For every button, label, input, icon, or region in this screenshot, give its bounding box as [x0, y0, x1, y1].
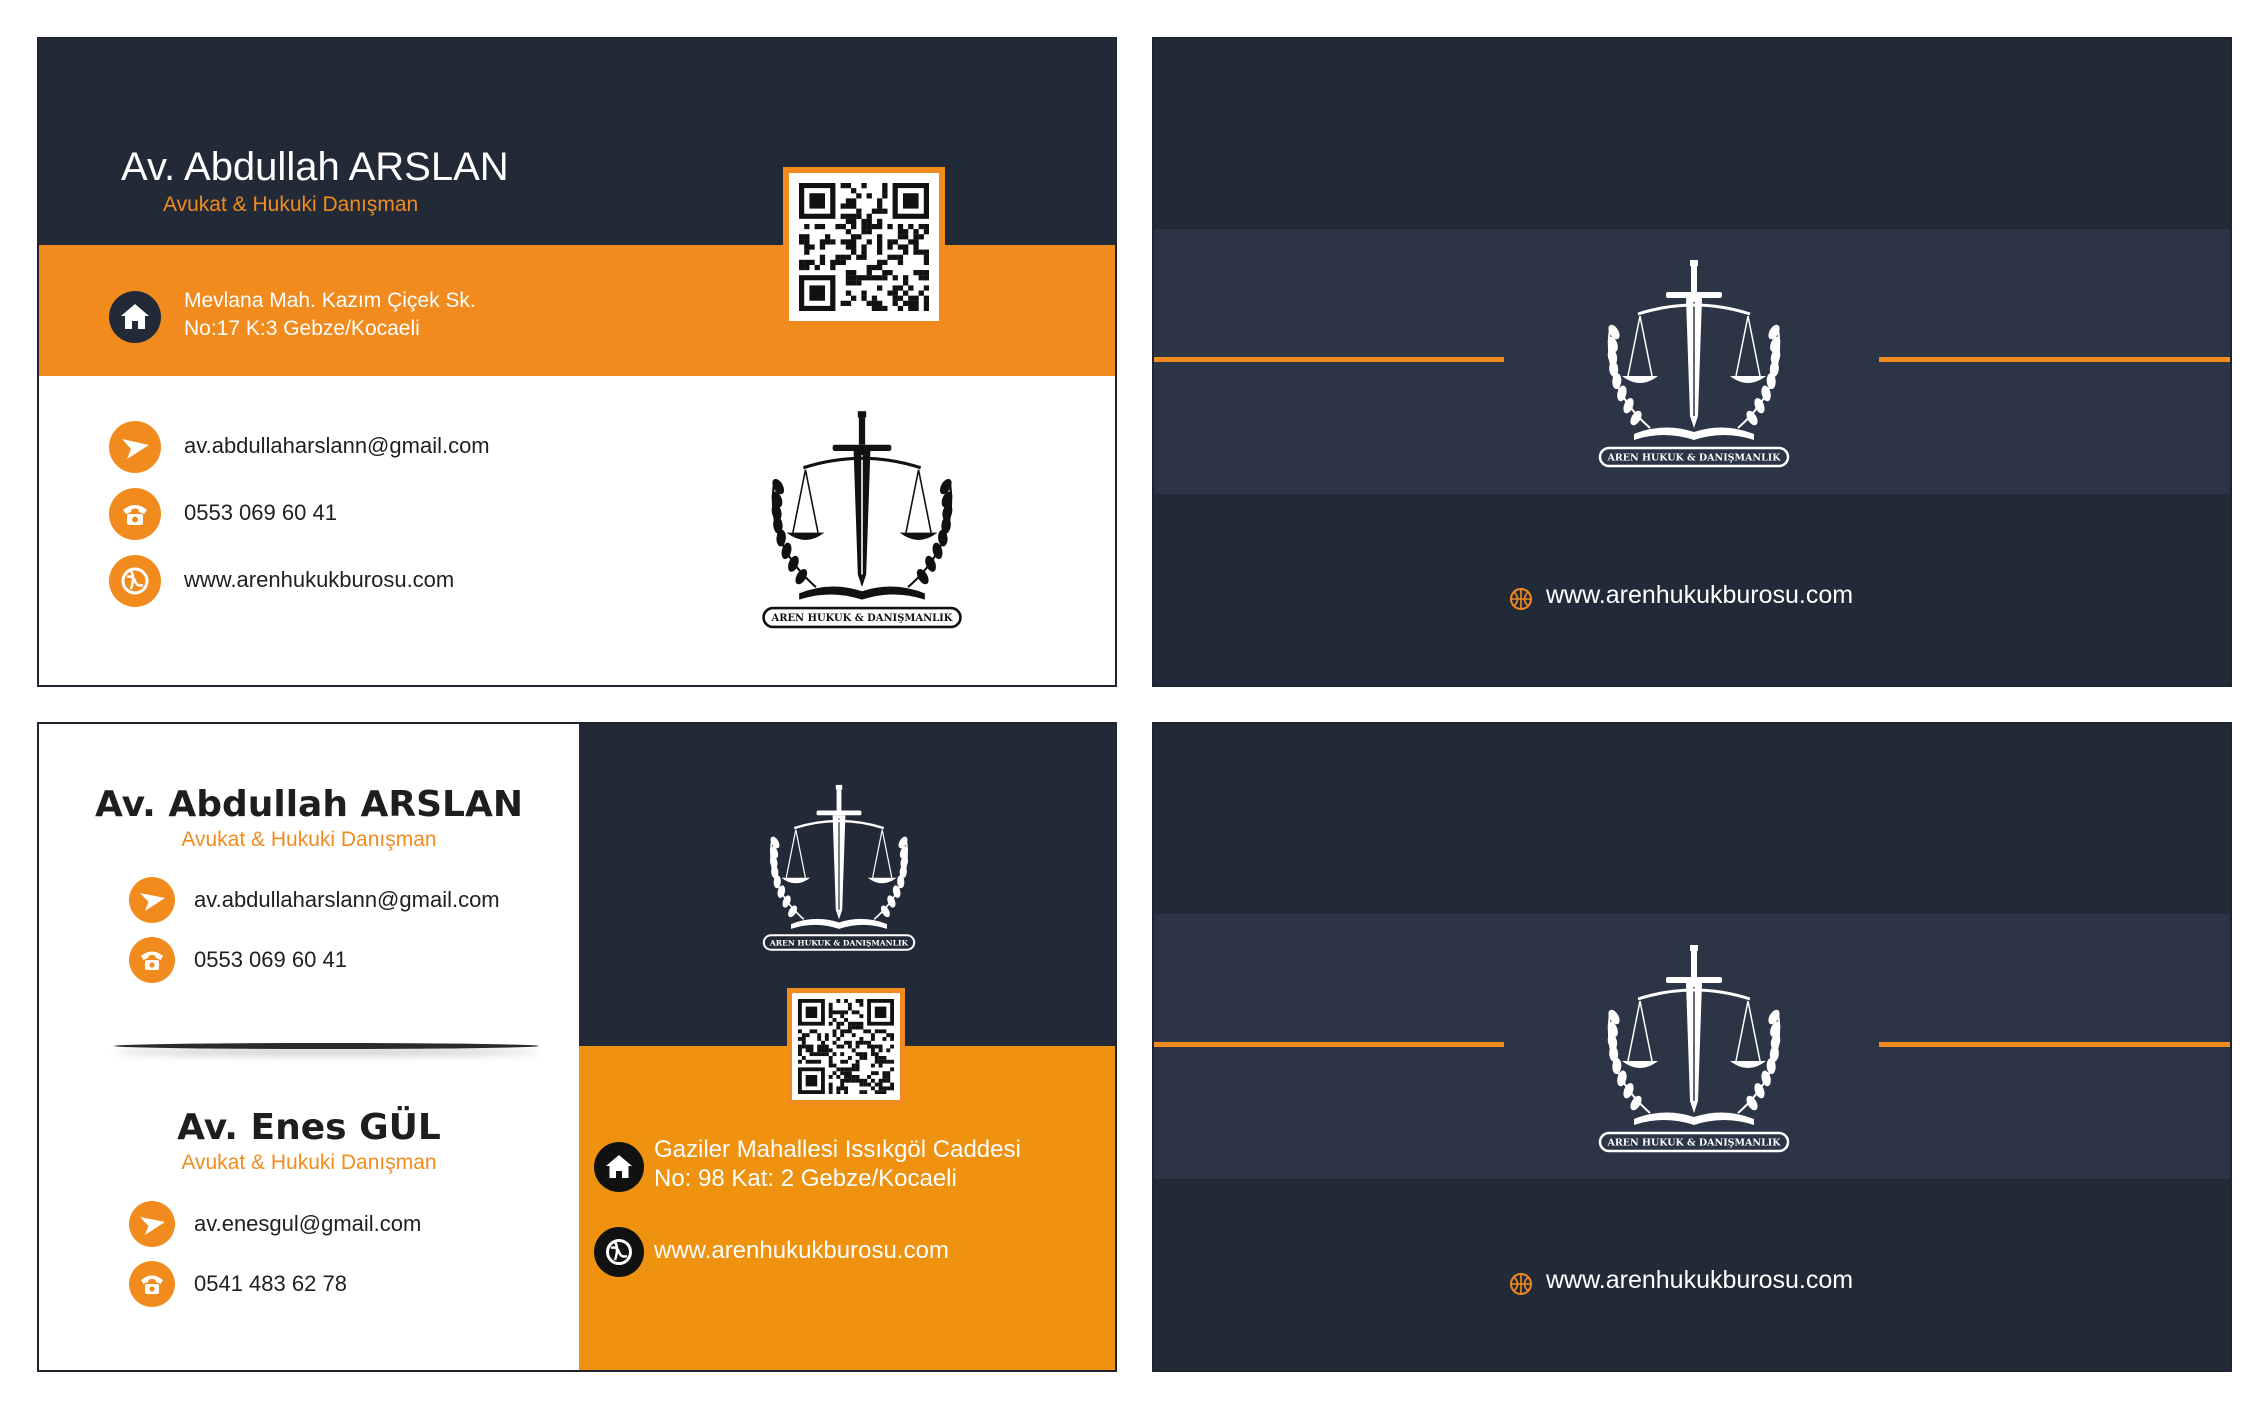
- website-text: www.arenhukukburosu.com: [1546, 1266, 1854, 1294]
- globe-icon: [109, 555, 161, 607]
- lawyer-title-1: Avukat & Hukuki Danışman: [181, 828, 437, 851]
- basketball-icon: [1509, 587, 1533, 611]
- website-text: www.arenhukukburosu.com: [184, 567, 455, 592]
- justice-logo: AREN HUKUK & DANIŞMANLIK: [757, 407, 967, 629]
- phone-text: 0553 069 60 41: [184, 500, 337, 525]
- phone-icon: [129, 1261, 175, 1307]
- phone-text-2: 0541 483 62 78: [194, 1271, 347, 1296]
- phone-text-1: 0553 069 60 41: [194, 947, 347, 972]
- business-card-front-1: Av. Abdullah ARSLAN Avukat & Hukuki Danı…: [37, 37, 1117, 687]
- globe-icon: [594, 1227, 644, 1277]
- business-card-back-2: AREN HUKUK & DANIŞMANLIK www.arenhukukbu…: [1152, 722, 2232, 1372]
- accent-line-right: [1879, 357, 2230, 362]
- qr-code: [787, 988, 905, 1105]
- home-icon: [594, 1142, 644, 1192]
- business-card-front-2: Av. Abdullah ARSLAN Avukat & Hukuki Danı…: [37, 722, 1117, 1372]
- lawyer-title-2: Avukat & Hukuki Danışman: [181, 1151, 437, 1174]
- justice-logo: AREN HUKUK & DANIŞMANLIK: [1594, 254, 1794, 470]
- svg-text:AREN HUKUK & DANIŞMANLIK: AREN HUKUK & DANIŞMANLIK: [1607, 1138, 1782, 1149]
- email-text-1: av.abdullaharslann@gmail.com: [194, 887, 500, 912]
- accent-line-left: [1154, 1042, 1504, 1047]
- svg-text:AREN HUKUK & DANIŞMANLIK: AREN HUKUK & DANIŞMANLIK: [1607, 453, 1782, 464]
- address-line-1: Gaziler Mahallesi Issıkgöl Caddesi: [654, 1136, 1021, 1163]
- website-text: www.arenhukukburosu.com: [1546, 581, 1854, 609]
- email-text: av.abdullaharslann@gmail.com: [184, 433, 490, 458]
- svg-text:AREN HUKUK & DANIŞMANLIK: AREN HUKUK & DANIŞMANLIK: [769, 938, 909, 947]
- svg-text:AREN HUKUK & DANIŞMANLIK: AREN HUKUK & DANIŞMANLIK: [771, 613, 953, 624]
- address-line-2: No:17 K:3 Gebze/Kocaeli: [184, 317, 420, 340]
- justice-logo: AREN HUKUK & DANIŞMANLIK: [1594, 939, 1794, 1155]
- accent-line-right: [1879, 1042, 2230, 1047]
- phone-icon: [129, 937, 175, 983]
- send-icon: [129, 877, 175, 923]
- email-text-2: av.enesgul@gmail.com: [194, 1211, 422, 1236]
- justice-logo: AREN HUKUK & DANIŞMANLIK: [759, 779, 919, 954]
- qr-code: [783, 167, 945, 327]
- divider: [114, 1043, 539, 1049]
- basketball-icon: [1509, 1272, 1533, 1296]
- send-icon: [129, 1201, 175, 1247]
- lawyer-name: Av. Abdullah ARSLAN: [121, 145, 509, 189]
- lawyer-title: Avukat & Hukuki Danışman: [163, 193, 419, 216]
- accent-line-left: [1154, 357, 1504, 362]
- business-card-back-1: AREN HUKUK & DANIŞMANLIK www.arenhukukbu…: [1152, 37, 2232, 687]
- send-icon: [109, 421, 161, 473]
- address-line-1: Mevlana Mah. Kazım Çiçek Sk.: [184, 289, 476, 312]
- phone-icon: [109, 488, 161, 540]
- lawyer-name-1: Av. Abdullah ARSLAN: [95, 784, 523, 825]
- home-icon: [109, 291, 161, 343]
- lawyer-name-2: Av. Enes GÜL: [177, 1107, 441, 1148]
- website-text: www.arenhukukburosu.com: [654, 1237, 949, 1264]
- address-line-2: No: 98 Kat: 2 Gebze/Kocaeli: [654, 1165, 957, 1192]
